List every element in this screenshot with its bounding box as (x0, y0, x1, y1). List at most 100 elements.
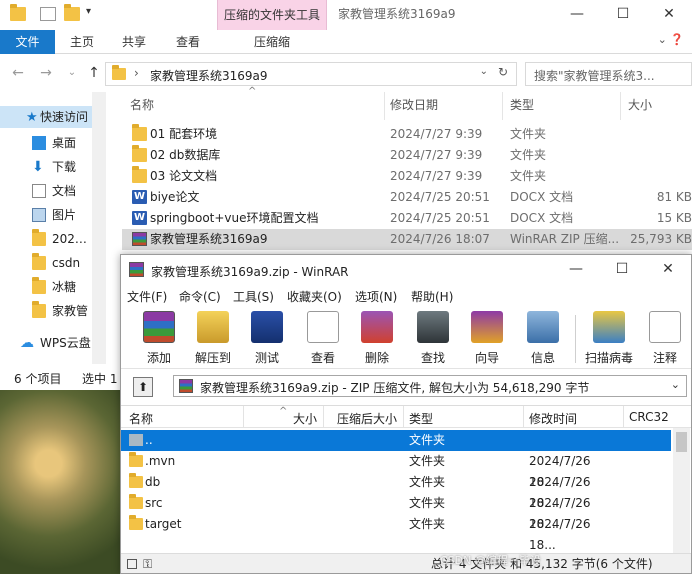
wizard-button[interactable]: 向导 (461, 309, 513, 367)
new-folder-icon[interactable] (64, 4, 80, 21)
column-header-name[interactable]: 名称 (130, 96, 154, 113)
winrar-file-list: 名称 ^ 大小 压缩后大小 类型 修改时间 CRC32 .. 文件夹 .mvn … (121, 405, 691, 554)
nav-item-quick-access[interactable]: ★ 快速访问 (0, 106, 92, 128)
menu-file[interactable]: 文件(F) (127, 288, 167, 305)
find-button[interactable]: 查找 (407, 309, 459, 367)
archive-row-selected[interactable]: .. 文件夹 (121, 430, 671, 451)
tab-extract[interactable]: 压缩缩 (217, 30, 327, 54)
column-header-modified[interactable]: 修改时间 (529, 410, 577, 427)
nav-item-desktop[interactable]: 桌面 (0, 132, 92, 154)
column-header-crc32[interactable]: CRC32 (629, 410, 669, 424)
column-header-size[interactable]: 大小 (293, 410, 317, 427)
address-bar[interactable]: › 家教管理系统3169a9 ⌄ ↻ (105, 62, 517, 86)
recent-locations-icon[interactable]: ⌄ (64, 64, 80, 82)
menu-options[interactable]: 选项(N) (355, 288, 397, 305)
key-icon[interactable]: ⚿ (143, 554, 152, 574)
column-separator[interactable] (620, 92, 621, 120)
tab-file[interactable]: 文件 (0, 30, 55, 54)
minimize-icon[interactable]: — (553, 255, 599, 285)
add-button[interactable]: 添加 (133, 309, 185, 367)
minimize-icon[interactable]: — (554, 0, 600, 30)
forward-icon[interactable]: → (38, 64, 54, 82)
nav-scrollbar[interactable] (92, 92, 106, 364)
address-dropdown-icon[interactable]: ⌄ (480, 66, 488, 77)
menu-tools[interactable]: 工具(S) (233, 288, 274, 305)
path-chevron-icon[interactable]: › (134, 66, 139, 80)
quick-access-dropdown-icon[interactable]: ▾ (86, 6, 91, 17)
archive-path: 家教管理系统3169a9.zip - ZIP 压缩文件, 解包大小为 54,61… (200, 381, 590, 395)
column-separator[interactable] (623, 406, 624, 428)
nav-item-documents[interactable]: 文档 (0, 180, 92, 202)
nav-item-downloads[interactable]: ⬇ 下载 (0, 156, 92, 178)
file-row[interactable]: W biye论文 2024/7/25 20:51 DOCX 文档 81 KB (122, 187, 692, 208)
refresh-icon[interactable]: ↻ (498, 65, 508, 79)
menu-command[interactable]: 命令(C) (179, 288, 221, 305)
column-separator[interactable] (243, 406, 244, 428)
archive-row[interactable]: src 文件夹 2024/7/26 18... (121, 493, 671, 531)
menu-help[interactable]: 帮助(H) (411, 288, 453, 305)
maximize-icon[interactable]: ☐ (600, 0, 646, 30)
maximize-icon[interactable]: ☐ (599, 255, 645, 285)
file-row[interactable]: 03 论文文档 2024/7/27 9:39 文件夹 (122, 166, 692, 187)
delete-button[interactable]: 删除 (351, 309, 403, 367)
winrar-title: 家教管理系统3169a9.zip - WinRAR (151, 265, 349, 279)
tab-view[interactable]: 查看 (166, 30, 210, 54)
file-row[interactable]: 02 db数据库 2024/7/27 9:39 文件夹 (122, 145, 692, 166)
selection-count: 选中 1 (82, 372, 118, 386)
extract-to-button[interactable]: 解压到 (187, 309, 239, 367)
tab-share[interactable]: 共享 (112, 30, 156, 54)
vertical-scrollbar[interactable] (673, 428, 690, 554)
search-input[interactable]: 搜索"家教管理系统3... (525, 62, 692, 86)
path-dropdown-icon[interactable]: ⌄ (671, 378, 680, 391)
up-icon[interactable]: ↑ (86, 64, 102, 82)
scroll-thumb[interactable] (676, 432, 687, 452)
column-header-size[interactable]: 大小 (628, 96, 652, 113)
column-separator[interactable] (502, 92, 503, 120)
view-button[interactable]: 查看 (297, 309, 349, 367)
column-separator[interactable] (384, 92, 385, 120)
file-row[interactable]: 01 配套环境 2024/7/27 9:39 文件夹 (122, 124, 692, 145)
archive-path-box[interactable]: 家教管理系统3169a9.zip - ZIP 压缩文件, 解包大小为 54,61… (173, 375, 687, 397)
ribbon-expand-icon[interactable]: ⌄ ❓ (658, 33, 684, 46)
column-header-date[interactable]: 修改日期 (390, 96, 438, 113)
column-header-type[interactable]: 类型 (510, 96, 534, 113)
properties-icon[interactable] (40, 7, 56, 21)
column-separator[interactable] (323, 406, 324, 428)
nav-item-wps-cloud[interactable]: ☁ WPS云盘 (0, 332, 92, 354)
column-header-name[interactable]: 名称 (129, 410, 153, 427)
wizard-icon (471, 311, 503, 343)
menu-favorites[interactable]: 收藏夹(O) (287, 288, 342, 305)
archive-row[interactable]: .mvn 文件夹 2024/7/26 18... (121, 451, 671, 489)
nav-item-pictures[interactable]: 图片 (0, 204, 92, 226)
binoculars-icon (417, 311, 449, 343)
drive-icon[interactable] (127, 559, 137, 569)
comment-button[interactable]: 注释 (639, 309, 691, 367)
archive-row[interactable]: target 文件夹 2024/7/26 18... (121, 514, 671, 552)
tab-home[interactable]: 主页 (60, 30, 104, 54)
folder-icon (32, 253, 46, 270)
back-icon[interactable]: ← (10, 64, 26, 82)
nav-item-folder-bingtang[interactable]: 冰糖 (0, 276, 92, 298)
column-separator[interactable] (523, 406, 524, 428)
nav-item-folder-csdn[interactable]: csdn (0, 252, 92, 274)
up-folder-icon[interactable]: ⬆ (133, 377, 153, 397)
ribbon-tabs: 文件 主页 共享 查看 压缩缩 ⌄ ❓ (0, 30, 692, 54)
close-icon[interactable]: ✕ (645, 255, 691, 285)
archive-row[interactable]: db 文件夹 2024/7/26 18... (121, 472, 671, 510)
virus-scan-button[interactable]: 扫描病毒 (581, 309, 637, 367)
tools-tab[interactable]: 压缩的文件夹工具 (217, 0, 327, 30)
winrar-list-header: 名称 ^ 大小 压缩后大小 类型 修改时间 CRC32 (121, 406, 691, 428)
file-row[interactable]: W springboot+vue环境配置文档 2024/7/25 20:51 D… (122, 208, 692, 229)
test-button[interactable]: 测试 (241, 309, 293, 367)
info-button[interactable]: 信息 (517, 309, 569, 367)
folder-icon (10, 4, 26, 21)
close-icon[interactable]: ✕ (646, 0, 692, 30)
address-path: 家教管理系统3169a9 (150, 69, 268, 83)
file-row-selected[interactable]: 家教管理系统3169a9 2024/7/26 18:07 WinRAR ZIP … (122, 229, 692, 250)
column-separator[interactable] (403, 406, 404, 428)
nav-item-folder-202501[interactable]: 202501 (0, 228, 94, 250)
column-header-packed-size[interactable]: 压缩后大小 (337, 410, 397, 427)
window-title: 家教管理系统3169a9 (338, 7, 456, 21)
column-header-type[interactable]: 类型 (409, 410, 433, 427)
nav-item-folder-jiajiao[interactable]: 家教管 (0, 300, 92, 322)
